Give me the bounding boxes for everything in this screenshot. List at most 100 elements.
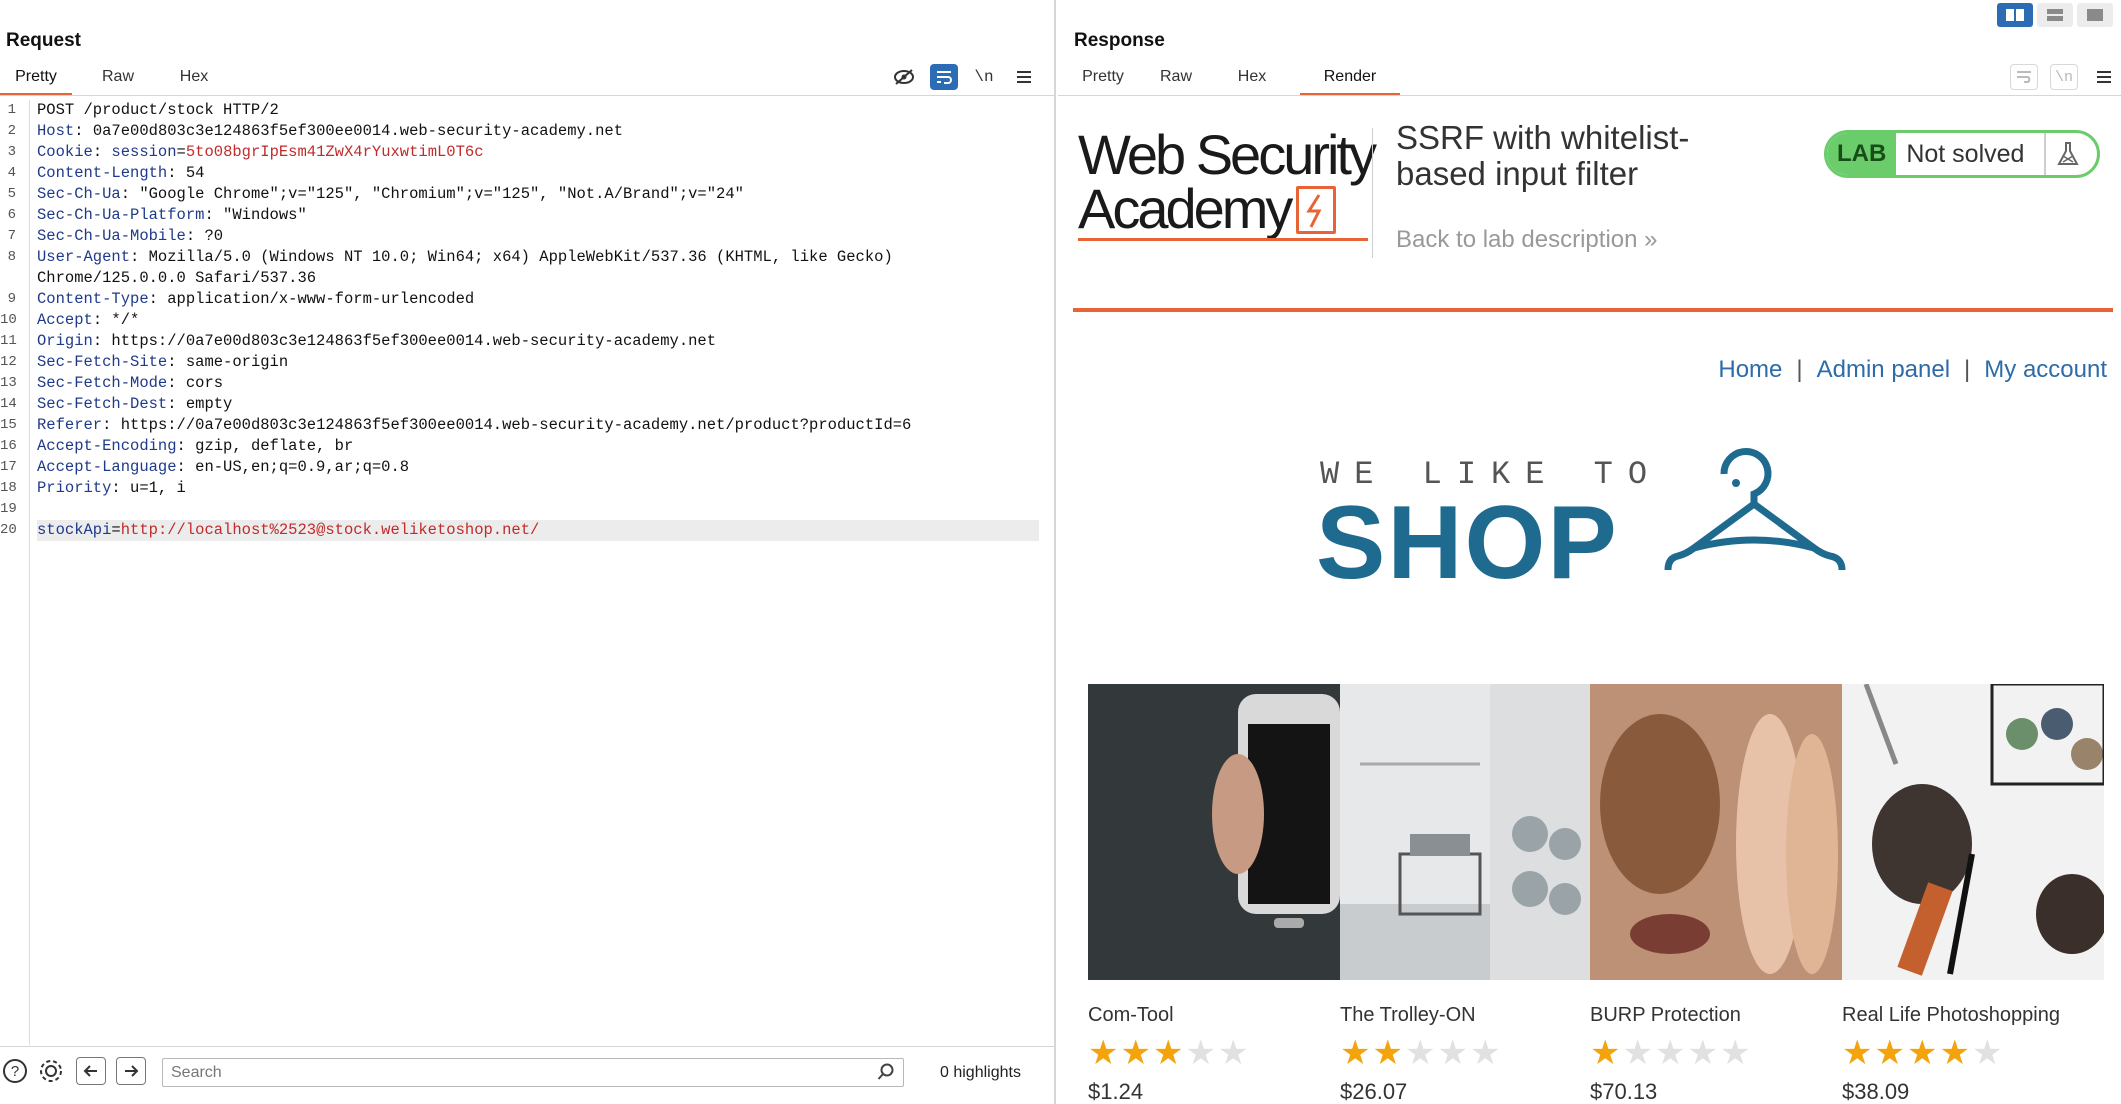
back-to-lab-link[interactable]: Back to lab description » xyxy=(1396,226,1658,254)
product-image-real-life-photoshopping[interactable] xyxy=(1842,684,2104,980)
search-input[interactable] xyxy=(163,1059,843,1086)
shop-word: SHOP xyxy=(1316,485,1619,601)
site-nav: Home | Admin panel | My account xyxy=(1718,356,2107,384)
tab-raw[interactable]: Raw xyxy=(72,66,164,96)
layout-stacked-icon[interactable] xyxy=(2037,3,2073,27)
header-value: https://0a7e00d803c3e124863f5ef300ee0014… xyxy=(111,332,717,350)
hide-eye-icon[interactable] xyxy=(890,64,918,90)
response-tabs: Pretty Raw Hex Render xyxy=(1058,66,1400,96)
product-name[interactable]: Real Life Photoshopping xyxy=(1842,1004,2104,1027)
newline-icon[interactable]: \n xyxy=(2050,64,2078,90)
header-value: 54 xyxy=(185,164,205,182)
request-line-14: 14 Sec-Fetch-Dest: empty xyxy=(0,395,233,413)
nav-my-account-link[interactable]: My account xyxy=(1984,356,2107,384)
product-name[interactable]: BURP Protection xyxy=(1590,1004,1830,1027)
cookie-value: 5to08bgrIpEsm41ZwX4rYuxwtimL0T6c xyxy=(185,143,484,161)
help-icon[interactable]: ? xyxy=(0,1057,30,1085)
tab-render[interactable]: Render xyxy=(1300,66,1400,96)
header-value: https://0a7e00d803c3e124863f5ef300ee0014… xyxy=(120,416,912,434)
product-card-real-life-photoshopping: Real Life Photoshopping ★★★★★ $38.09 xyxy=(1842,1004,2104,1104)
star-icon: ★ xyxy=(1088,1034,1121,1072)
header-name: Sec-Ch-Ua xyxy=(37,185,121,203)
wrap-lines-icon[interactable] xyxy=(930,64,958,90)
product-name[interactable]: Com-Tool xyxy=(1088,1004,1328,1027)
star-icon: ★ xyxy=(1719,1034,1753,1072)
product-price: $38.09 xyxy=(1842,1079,1910,1104)
request-toolbar: \n xyxy=(878,64,1038,90)
star-icon: ★ xyxy=(1939,1034,1972,1072)
request-line-18: 18 Priority: u=1, i xyxy=(0,479,186,497)
header-name: Accept-Encoding xyxy=(37,437,177,455)
product-name[interactable]: The Trolley-ON xyxy=(1340,1004,1580,1027)
header-value: "Google Chrome";v="125", "Chromium";v="1… xyxy=(139,185,744,203)
web-security-academy-logo[interactable]: Web Security Academy xyxy=(1078,127,1388,241)
tab-raw[interactable]: Raw xyxy=(1148,66,1204,96)
lightning-bolt-icon xyxy=(1296,186,1337,234)
next-arrow-icon[interactable] xyxy=(116,1057,146,1085)
request-title: Request xyxy=(6,30,81,51)
search-box[interactable] xyxy=(162,1058,904,1087)
header-name: Cookie xyxy=(37,143,93,161)
wrap-lines-icon[interactable] xyxy=(2010,64,2038,90)
star-icon: ★ xyxy=(1469,1034,1503,1072)
layout-tabs-icon[interactable] xyxy=(2077,3,2113,27)
request-line-17: 17 Accept-Language: en-US,en;q=0.9,ar;q=0… xyxy=(0,458,410,476)
request-line-15: 15 Referer: https://0a7e00d803c3e124863f5… xyxy=(0,416,912,434)
header-name: User-Agent xyxy=(37,248,131,266)
header-value: u=1, i xyxy=(130,479,186,497)
request-line-8: 8 User-Agent: Mozilla/5.0 (Windows NT 10.… xyxy=(7,248,893,266)
newline-icon[interactable]: \n xyxy=(970,64,998,90)
request-line-16: 16 Accept-Encoding: gzip, deflate, br xyxy=(0,437,354,455)
request-line-8-wrap: Chrome/125.0.0.0 Safari/537.36 xyxy=(37,269,317,287)
star-icon: ★ xyxy=(1590,1034,1623,1072)
menu-icon[interactable] xyxy=(2090,64,2118,90)
header-value: ?0 xyxy=(204,227,224,245)
star-icon: ★ xyxy=(1874,1034,1907,1072)
star-icon: ★ xyxy=(1622,1034,1655,1072)
request-line-7: 7 Sec-Ch-Ua-Mobile: ?0 xyxy=(7,227,224,245)
star-icon: ★ xyxy=(1185,1034,1218,1072)
request-editor[interactable]: 1 POST /product/stock HTTP/2 2 Host: 0a7e0… xyxy=(0,100,1054,1045)
layout-side-by-side-icon[interactable] xyxy=(1997,3,2033,27)
product-image-burp-protection[interactable] xyxy=(1590,684,1842,980)
header-value: */* xyxy=(111,311,140,329)
product-price: $1.24 xyxy=(1088,1079,1144,1104)
product-image-com-tool[interactable] xyxy=(1088,684,1340,980)
tab-divider xyxy=(1058,95,2121,96)
request-line-6: 6 Sec-Ch-Ua-Platform: "Windows" xyxy=(7,206,307,224)
search-icon[interactable] xyxy=(877,1063,895,1086)
star-icon: ★ xyxy=(1217,1034,1251,1072)
previous-arrow-icon[interactable] xyxy=(76,1057,106,1085)
request-code[interactable]: 1 POST /product/stock HTTP/2 2 Host: 0a7e0… xyxy=(0,100,1054,541)
layout-toggles xyxy=(1993,3,2113,27)
tab-hex[interactable]: Hex xyxy=(164,66,224,96)
settings-gear-icon[interactable] xyxy=(36,1057,66,1085)
menu-icon[interactable] xyxy=(1010,64,1038,90)
header-value: en-US,en;q=0.9,ar;q=0.8 xyxy=(195,458,410,476)
lab-status: Not solved xyxy=(1906,139,2025,168)
request-line-3: 3 Cookie: session=5to08bgrIpEsm41ZwX4rYux… xyxy=(7,143,484,161)
header-name: Accept xyxy=(37,311,93,329)
star-icon: ★ xyxy=(1842,1034,1875,1072)
response-title: Response xyxy=(1074,30,1165,51)
star-rating: ★★★★★ xyxy=(1340,1035,1580,1071)
request-line-20: 20 stockApi=http://localhost%2523@stock.w… xyxy=(0,520,1054,541)
tab-pretty[interactable]: Pretty xyxy=(0,66,72,96)
response-toolbar: \n xyxy=(1998,64,2118,90)
header-name: Host xyxy=(37,122,75,140)
tab-hex[interactable]: Hex xyxy=(1204,66,1300,96)
request-line-4: 4 Content-Length: 54 xyxy=(7,164,205,182)
request-line-5: 5 Sec-Ch-Ua: "Google Chrome";v="125", "Ch… xyxy=(7,185,744,203)
product-image-trolley-on[interactable] xyxy=(1340,684,1590,980)
request-bottom-bar: ? 0 highlights xyxy=(0,1046,1054,1094)
tab-pretty[interactable]: Pretty xyxy=(1058,66,1148,96)
nav-admin-panel-link[interactable]: Admin panel xyxy=(1817,356,1950,384)
request-line-10: 10 Accept: */* xyxy=(0,311,140,329)
header-value: "Windows" xyxy=(223,206,307,224)
param-value: http://localhost%2523@stock.weliketoshop… xyxy=(120,521,540,539)
svg-text:?: ? xyxy=(11,1063,19,1080)
request-line-19: 19 xyxy=(0,501,17,517)
star-rating: ★★★★★ xyxy=(1842,1035,2104,1071)
star-icon: ★ xyxy=(1687,1034,1720,1072)
nav-home-link[interactable]: Home xyxy=(1718,356,1782,384)
